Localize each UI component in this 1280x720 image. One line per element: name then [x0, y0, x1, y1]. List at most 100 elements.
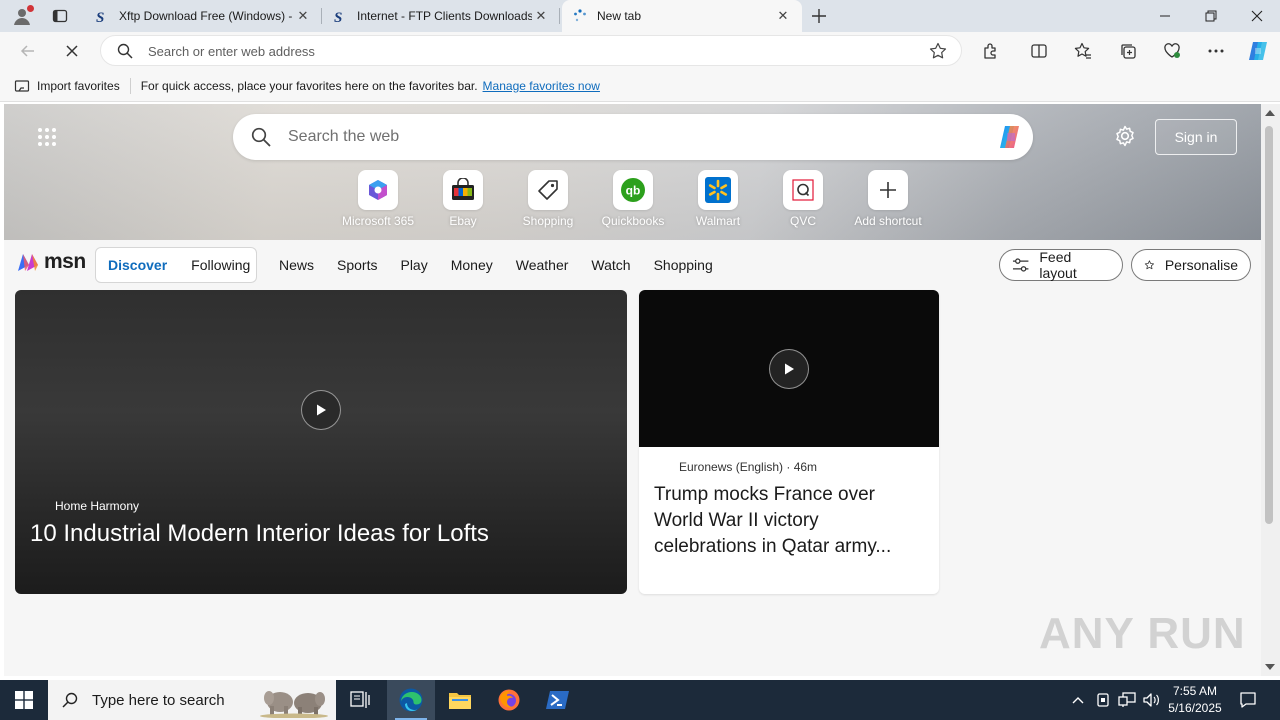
sign-in-button[interactable]: Sign in	[1155, 119, 1237, 155]
copilot-icon[interactable]	[995, 121, 1027, 153]
scrollbar-thumb[interactable]	[1265, 126, 1273, 524]
nav-link-watch[interactable]: Watch	[591, 257, 630, 273]
feed-layout-button[interactable]: Feed layout	[999, 249, 1123, 281]
minimize-button[interactable]	[1142, 0, 1188, 32]
settings-more-button[interactable]	[1201, 37, 1231, 65]
web-search-box[interactable]	[233, 114, 1033, 160]
tray-network[interactable]	[1116, 680, 1138, 720]
card-headline[interactable]: 10 Industrial Modern Interior Ideas for …	[30, 520, 489, 548]
close-tab-icon[interactable]: ✕	[774, 7, 792, 25]
plus-icon	[868, 170, 908, 210]
sparkle-star-icon	[1144, 260, 1155, 270]
close-window-button[interactable]	[1234, 0, 1280, 32]
new-tab-button[interactable]	[806, 4, 832, 28]
play-icon	[785, 363, 794, 375]
address-input[interactable]	[148, 41, 908, 61]
personalise-button[interactable]: Personalise	[1131, 249, 1251, 281]
tray-volume[interactable]	[1140, 680, 1162, 720]
tab-new-tab[interactable]: New tab ✕	[562, 0, 802, 32]
task-view-icon	[350, 691, 370, 708]
extensions-button[interactable]	[976, 37, 1006, 65]
nav-link-shopping[interactable]: Shopping	[654, 257, 713, 273]
taskbar-file-explorer[interactable]	[436, 680, 484, 720]
address-bar[interactable]	[100, 35, 962, 66]
minimize-icon	[1160, 15, 1170, 17]
shortcut-walmart[interactable]: Walmart	[673, 170, 763, 228]
tab-strip: S Xftp Download Free (Windows) - ✕ S Int…	[0, 0, 1280, 32]
feed-card-large[interactable]: Home Harmony 10 Industrial Modern Interi…	[15, 290, 627, 594]
nav-link-weather[interactable]: Weather	[516, 257, 569, 273]
collections-button[interactable]	[1113, 37, 1143, 65]
favorites-button[interactable]	[1068, 37, 1098, 65]
chevron-up-icon	[1072, 697, 1084, 704]
shortcut-qvc[interactable]: QVC	[758, 170, 848, 228]
tray-device[interactable]	[1092, 680, 1114, 720]
import-favorites-label: Import favorites	[37, 78, 120, 93]
add-shortcut-button[interactable]: Add shortcut	[843, 170, 933, 228]
page-scrollbar[interactable]	[1261, 104, 1280, 676]
split-screen-button[interactable]	[1024, 37, 1054, 65]
browser-essentials-button[interactable]	[1157, 37, 1187, 65]
back-button[interactable]	[13, 37, 43, 65]
stop-loading-button[interactable]	[57, 37, 87, 65]
show-hidden-icons-button[interactable]	[1068, 680, 1088, 720]
nav-link-sports[interactable]: Sports	[337, 257, 377, 273]
tab-ftp-clients[interactable]: S Internet - FTP Clients Downloads ✕	[322, 0, 560, 32]
msn-nav: msn Discover Following News Sports Play …	[4, 240, 1261, 290]
softpedia-icon: S	[332, 8, 348, 24]
taskbar-clock[interactable]: 7:55 AM 5/16/2025	[1160, 683, 1230, 717]
copilot-icon	[1249, 42, 1267, 60]
tab-discover[interactable]: Discover	[108, 257, 167, 273]
folder-icon	[449, 693, 471, 709]
nav-link-money[interactable]: Money	[451, 257, 493, 273]
shortcut-shopping[interactable]: Shopping	[503, 170, 593, 228]
msn-logo[interactable]: msn	[16, 250, 86, 274]
video-thumbnail[interactable]	[639, 290, 939, 447]
card-headline[interactable]: Trump mocks France over World War II vic…	[654, 482, 926, 560]
feed-card-news[interactable]: Euronews (English) · 46m Trump mocks Fra…	[639, 290, 939, 594]
shortcut-label: Shopping	[522, 214, 574, 228]
nav-link-news[interactable]: News	[279, 257, 314, 273]
tab-title: Xftp Download Free (Windows) -	[119, 9, 293, 23]
tab-actions-button[interactable]	[44, 4, 76, 28]
shortcut-ebay[interactable]: Ebay	[418, 170, 508, 228]
powershell-icon	[546, 691, 569, 709]
web-search-input[interactable]	[288, 126, 968, 148]
taskbar-search[interactable]: Type here to search	[48, 680, 336, 720]
tab-following[interactable]: Following	[191, 257, 250, 273]
shortcut-microsoft-365[interactable]: Microsoft 365	[333, 170, 423, 228]
taskbar-edge[interactable]	[387, 680, 435, 720]
taskbar-powershell[interactable]	[534, 680, 582, 720]
profile-button[interactable]	[8, 3, 36, 29]
tab-title: Internet - FTP Clients Downloads	[357, 9, 532, 23]
tab-xftp[interactable]: S Xftp Download Free (Windows) - ✕	[84, 0, 322, 32]
task-view-button[interactable]	[336, 680, 384, 720]
import-favorites-button[interactable]: Import favorites	[14, 78, 120, 94]
app-launcher-icon[interactable]	[37, 127, 57, 147]
close-tab-icon[interactable]: ✕	[532, 7, 550, 25]
play-button[interactable]	[769, 349, 809, 389]
nav-link-play[interactable]: Play	[400, 257, 427, 273]
favorite-star-icon[interactable]	[929, 42, 947, 60]
copilot-button[interactable]	[1243, 37, 1273, 65]
plus-icon	[812, 9, 826, 23]
scroll-down-icon[interactable]	[1264, 662, 1276, 672]
play-button[interactable]	[301, 390, 341, 430]
page-settings-icon[interactable]	[1114, 125, 1136, 147]
ebay-icon	[443, 170, 483, 210]
msn-butterfly-icon	[18, 254, 38, 271]
scroll-up-icon[interactable]	[1264, 108, 1276, 118]
svg-text:S: S	[334, 10, 342, 24]
taskbar-firefox[interactable]	[485, 680, 533, 720]
volume-icon	[1143, 693, 1159, 707]
close-tab-icon[interactable]: ✕	[294, 7, 312, 25]
manage-favorites-link[interactable]: Manage favorites now	[483, 79, 600, 93]
notifications-button[interactable]	[1234, 680, 1262, 720]
back-arrow-icon	[20, 45, 34, 57]
more-icon	[1208, 49, 1224, 53]
start-button[interactable]	[0, 680, 48, 720]
notification-icon	[1240, 692, 1256, 708]
shortcut-quickbooks[interactable]: qb Quickbooks	[588, 170, 678, 228]
favorites-icon	[1074, 42, 1091, 59]
restore-button[interactable]	[1188, 0, 1234, 32]
